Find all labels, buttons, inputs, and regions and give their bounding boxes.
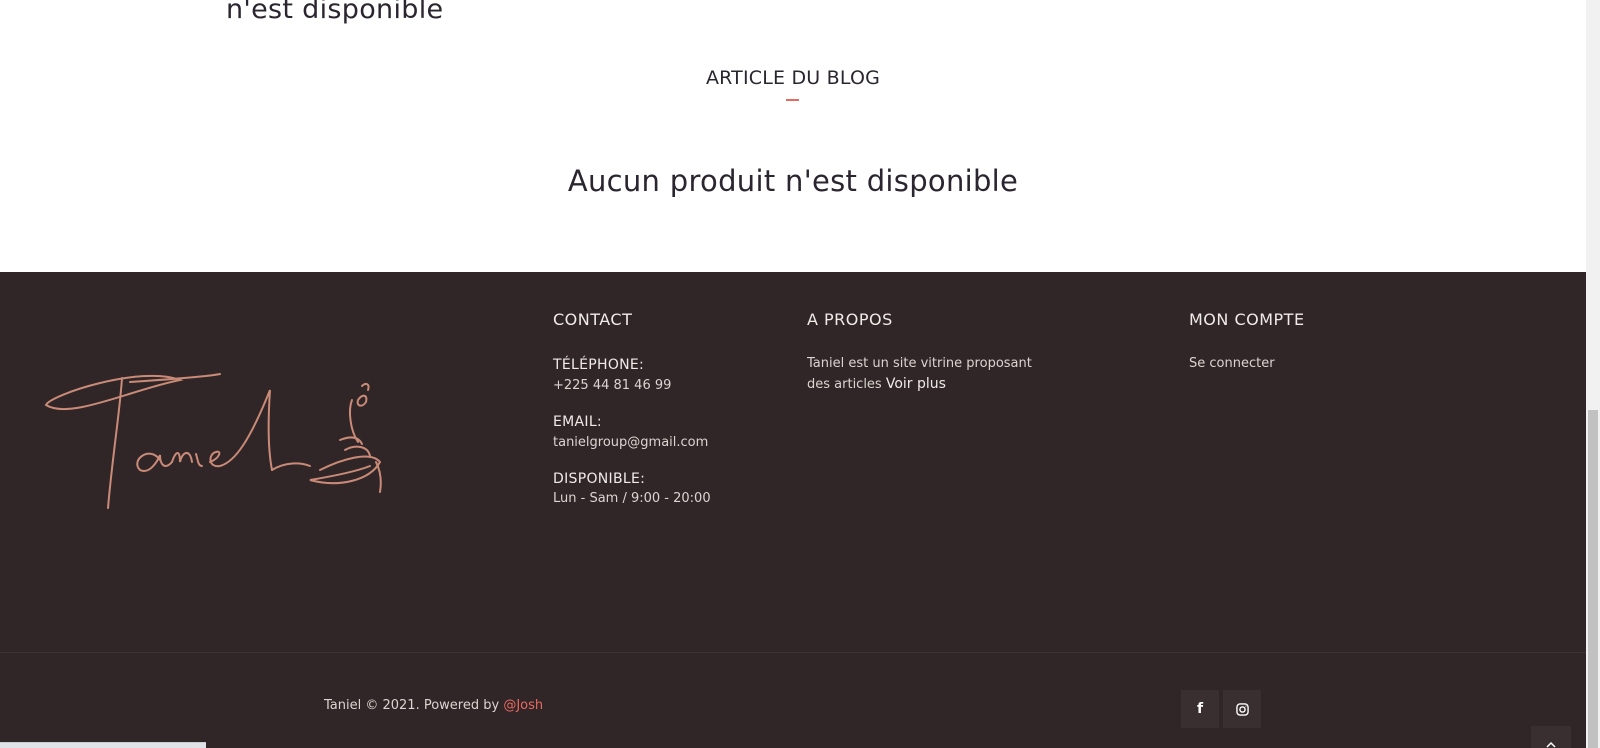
about-text-line2-wrap: des articles Voir plus bbox=[807, 374, 946, 395]
copyright: Taniel © 2021. Powered by @Josh bbox=[324, 698, 543, 713]
facebook-icon: f bbox=[1196, 701, 1204, 717]
account-title: MON COMPTE bbox=[1189, 310, 1305, 329]
hours-label: DISPONIBLE: bbox=[553, 471, 646, 487]
chevron-up-icon bbox=[1546, 741, 1556, 748]
facebook-button[interactable]: f bbox=[1181, 690, 1219, 728]
phone-value: +225 44 81 46 99 bbox=[553, 378, 672, 393]
instagram-icon bbox=[1235, 702, 1249, 716]
blog-section-title: ARTICLE DU BLOG bbox=[705, 67, 881, 89]
author-link[interactable]: @Josh bbox=[503, 698, 543, 713]
about-text-line1: Taniel est un site vitrine proposant bbox=[807, 356, 1032, 371]
login-link[interactable]: Se connecter bbox=[1189, 354, 1275, 374]
footer-divider bbox=[0, 652, 1586, 653]
site-footer: CONTACT TÉLÉPHONE: +225 44 81 46 99 EMAI… bbox=[0, 272, 1586, 748]
contact-title: CONTACT bbox=[553, 310, 633, 329]
empty-products-message: Aucun produit n'est disponible bbox=[567, 164, 1019, 198]
back-to-top-button[interactable] bbox=[1531, 726, 1571, 748]
page: n'est disponible ARTICLE DU BLOG Aucun p… bbox=[0, 0, 1586, 748]
taniel-logo[interactable] bbox=[40, 370, 400, 520]
about-title: A PROPOS bbox=[807, 310, 893, 329]
partial-empty-message: n'est disponible bbox=[226, 0, 444, 25]
email-value: tanielgroup@gmail.com bbox=[553, 435, 709, 450]
page-scrollbar[interactable] bbox=[1586, 0, 1600, 748]
see-more-link[interactable]: Voir plus bbox=[886, 376, 946, 392]
section-title-underline bbox=[786, 99, 799, 101]
hours-value: Lun - Sam / 9:00 - 20:00 bbox=[553, 491, 711, 506]
about-text-line2: des articles bbox=[807, 377, 882, 392]
copyright-text: Taniel © 2021. Powered by bbox=[324, 698, 500, 713]
browser-status-bar bbox=[0, 742, 206, 748]
phone-label: TÉLÉPHONE: bbox=[553, 357, 645, 373]
email-label: EMAIL: bbox=[553, 414, 602, 430]
scrollbar-thumb[interactable] bbox=[1588, 410, 1598, 748]
instagram-button[interactable] bbox=[1223, 690, 1261, 728]
